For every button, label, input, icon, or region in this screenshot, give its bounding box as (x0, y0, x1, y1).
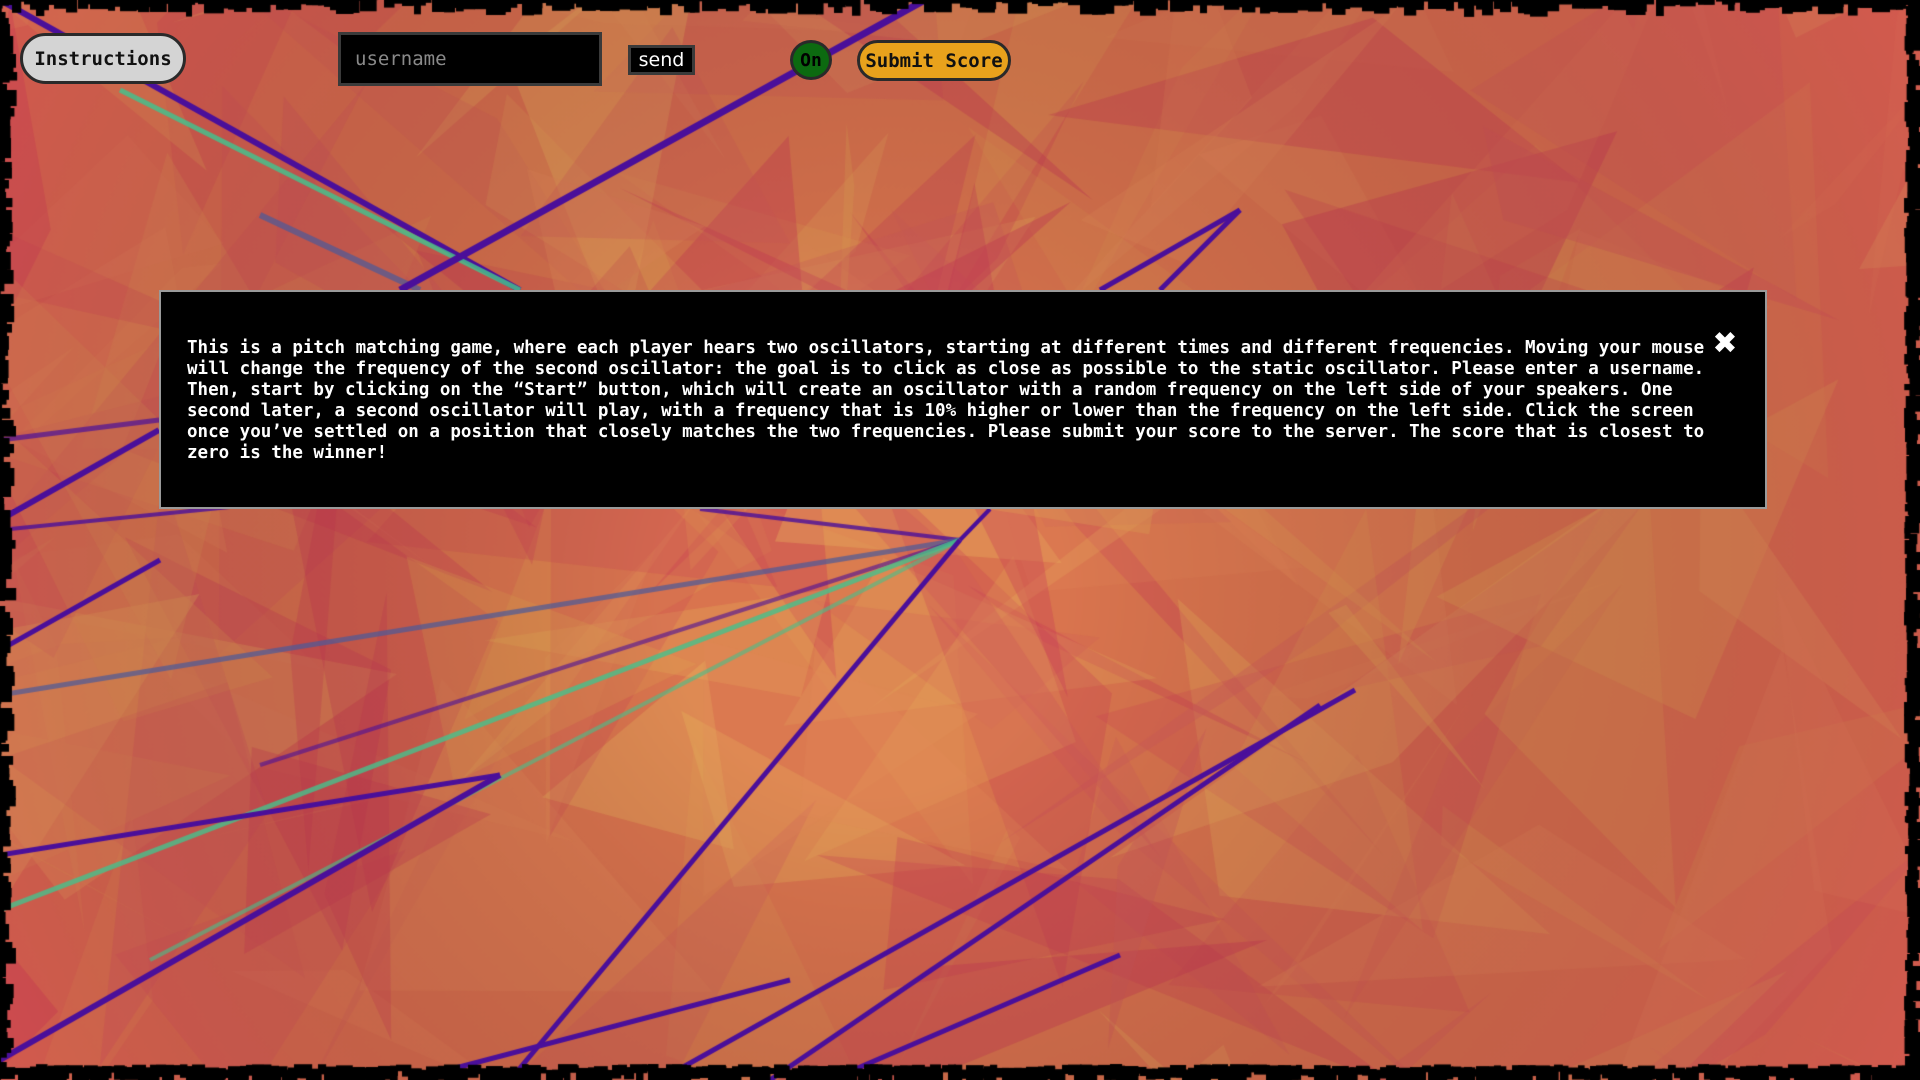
instructions-modal: This is a pitch matching game, where eac… (159, 290, 1767, 509)
username-input[interactable] (338, 32, 602, 86)
instructions-button[interactable]: Instructions (20, 33, 186, 84)
send-button[interactable]: send (628, 45, 695, 75)
on-toggle-button[interactable]: On (790, 40, 832, 80)
game-canvas-area[interactable]: Instructions send On Submit Score This i… (0, 0, 1920, 1080)
instructions-text: This is a pitch matching game, where eac… (187, 338, 1705, 463)
close-icon[interactable]: ✖ (1711, 329, 1739, 359)
submit-score-button[interactable]: Submit Score (857, 40, 1011, 81)
visualizer-canvas[interactable] (0, 0, 1920, 1080)
